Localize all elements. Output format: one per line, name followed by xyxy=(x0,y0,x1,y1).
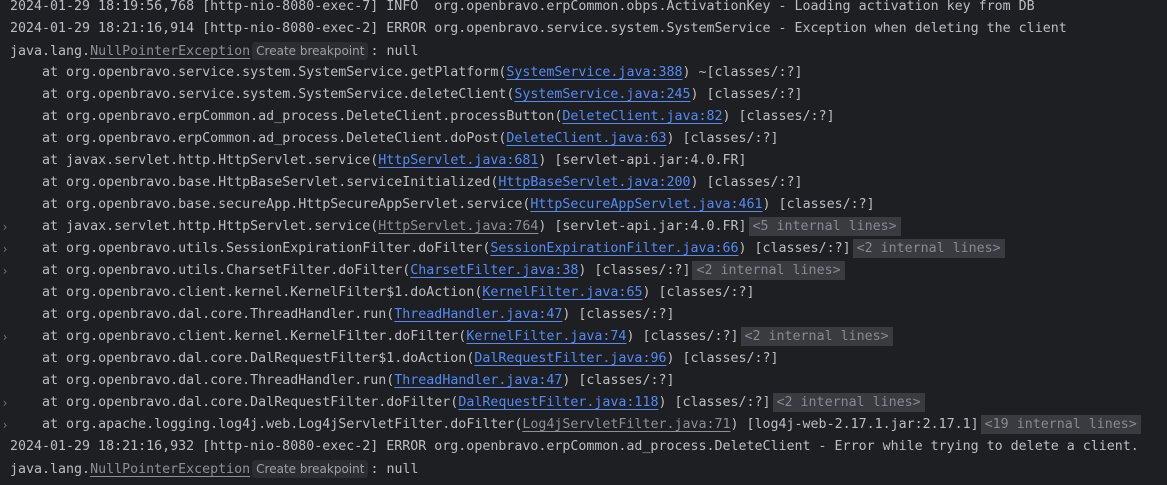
stack-frame-line: › at org.openbravo.client.kernel.KernelF… xyxy=(0,326,1167,348)
log-text: at org.openbravo.service.system.SystemSe… xyxy=(42,65,507,80)
log-text: ) [classes/:?] xyxy=(642,285,755,300)
stack-frame-line: at org.openbravo.dal.core.ThreadHandler.… xyxy=(0,370,1167,392)
log-text: ) [classes/:?] xyxy=(738,241,851,256)
source-link[interactable]: CharsetFilter.java:38 xyxy=(410,263,578,278)
stack-frame-line: › at org.openbravo.dal.core.DalRequestFi… xyxy=(0,392,1167,414)
log-line: java.lang.NullPointerException Create bre… xyxy=(0,458,1167,480)
log-text: ) [classes/:?] xyxy=(690,175,803,190)
stack-frame-line: at org.openbravo.base.HttpBaseServlet.se… xyxy=(0,172,1167,194)
source-link[interactable]: HttpServlet.java:681 xyxy=(378,153,538,168)
log-text: 2024-01-29 18:21:16,914 [http-nio-8080-e… xyxy=(10,21,1067,36)
log-text: ) [classes/:?] xyxy=(562,307,675,322)
source-link-muted[interactable]: NullPointerException xyxy=(90,44,250,59)
stack-frame-line: › at org.openbravo.utils.SessionExpirati… xyxy=(0,238,1167,260)
log-text: 2024-01-29 18:21:16,932 [http-nio-8080-e… xyxy=(10,439,1139,454)
source-link[interactable]: DalRequestFilter.java:96 xyxy=(474,351,666,366)
log-text: at org.openbravo.erpCommon.ad_process.De… xyxy=(42,131,507,146)
expand-chevron-icon[interactable]: › xyxy=(0,216,10,238)
log-text: ) [classes/:?] xyxy=(762,197,875,212)
log-text: at org.openbravo.dal.core.ThreadHandler.… xyxy=(42,307,395,322)
log-text: java.lang. xyxy=(10,44,91,59)
log-text: at org.openbravo.client.kernel.KernelFil… xyxy=(42,285,483,300)
source-link[interactable]: DeleteClient.java:63 xyxy=(506,131,666,146)
stack-frame-line: at org.openbravo.dal.core.DalRequestFilt… xyxy=(0,348,1167,370)
log-text: : null xyxy=(370,44,419,59)
create-breakpoint-button[interactable]: Create breakpoint xyxy=(252,460,369,478)
log-text: at org.openbravo.base.HttpBaseServlet.se… xyxy=(42,175,499,190)
stack-frame-line: at javax.servlet.http.HttpServlet.servic… xyxy=(0,150,1167,172)
expand-chevron-icon[interactable]: › xyxy=(0,414,10,436)
source-link[interactable]: HttpBaseServlet.java:200 xyxy=(498,175,690,190)
log-text: ) [classes/:?] xyxy=(626,329,739,344)
log-text: ) [classes/:?] xyxy=(666,131,779,146)
source-link[interactable]: ThreadHandler.java:47 xyxy=(394,373,562,388)
source-link-muted[interactable]: HttpServlet.java:764 xyxy=(378,219,538,234)
create-breakpoint-button[interactable]: Create breakpoint xyxy=(252,42,369,60)
log-text: ) [classes/:?] xyxy=(578,263,691,278)
internal-lines-badge[interactable]: <2 internal lines> xyxy=(772,393,925,412)
log-text: ) [classes/:?] xyxy=(562,373,675,388)
source-link[interactable]: ThreadHandler.java:47 xyxy=(394,307,562,322)
stack-frame-line: at org.openbravo.service.system.SystemSe… xyxy=(0,84,1167,106)
stack-frame-line: at org.openbravo.dal.core.ThreadHandler.… xyxy=(0,304,1167,326)
log-text: at org.openbravo.dal.core.DalRequestFilt… xyxy=(42,395,459,410)
source-link-muted[interactable]: NullPointerException xyxy=(90,462,250,477)
expand-chevron-icon[interactable]: › xyxy=(0,260,10,282)
log-text: at org.apache.logging.log4j.web.Log4jSer… xyxy=(42,417,523,432)
stack-frame-line: at org.openbravo.client.kernel.KernelFil… xyxy=(0,282,1167,304)
log-text: ) [classes/:?] xyxy=(690,87,803,102)
log-text: ) [classes/:?] xyxy=(658,395,771,410)
stack-frame-line: at org.openbravo.erpCommon.ad_process.De… xyxy=(0,128,1167,150)
stack-frame-line: at org.openbravo.erpCommon.ad_process.De… xyxy=(0,106,1167,128)
expand-chevron-icon[interactable]: › xyxy=(0,326,10,348)
log-text: at org.openbravo.erpCommon.ad_process.De… xyxy=(42,109,563,124)
log-text: at org.openbravo.client.kernel.KernelFil… xyxy=(42,329,467,344)
log-text: at org.openbravo.dal.core.DalRequestFilt… xyxy=(42,351,475,366)
log-text: ) [classes/:?] xyxy=(722,109,835,124)
console-output: 2024-01-29 18:19:56,768 [http-nio-8080-e… xyxy=(0,0,1167,480)
expand-chevron-icon[interactable]: › xyxy=(0,238,10,260)
log-text: java.lang. xyxy=(10,462,91,477)
internal-lines-badge[interactable]: <2 internal lines> xyxy=(740,327,893,346)
source-link-muted[interactable]: Log4jServletFilter.java:71 xyxy=(522,417,730,432)
stack-frame-line: › at org.openbravo.utils.CharsetFilter.d… xyxy=(0,260,1167,282)
source-link[interactable]: DalRequestFilter.java:118 xyxy=(458,395,658,410)
internal-lines-badge[interactable]: <2 internal lines> xyxy=(692,261,845,280)
source-link[interactable]: SystemService.java:245 xyxy=(514,87,690,102)
source-link[interactable]: KernelFilter.java:74 xyxy=(466,329,626,344)
stack-frame-line: › at org.apache.logging.log4j.web.Log4jS… xyxy=(0,414,1167,436)
log-text: at org.openbravo.utils.CharsetFilter.doF… xyxy=(42,263,411,278)
log-line: 2024-01-29 18:19:56,768 [http-nio-8080-e… xyxy=(0,0,1167,18)
log-text: ) [servlet-api.jar:4.0.FR] xyxy=(538,153,747,168)
log-text: at javax.servlet.http.HttpServlet.servic… xyxy=(42,219,379,234)
stack-frame-line: › at javax.servlet.http.HttpServlet.serv… xyxy=(0,216,1167,238)
stack-frame-line: at org.openbravo.service.system.SystemSe… xyxy=(0,62,1167,84)
log-text: ) [log4j-web-2.17.1.jar:2.17.1] xyxy=(730,417,979,432)
stack-frame-line: at org.openbravo.base.secureApp.HttpSecu… xyxy=(0,194,1167,216)
log-text: ) [servlet-api.jar:4.0.FR] xyxy=(538,219,747,234)
log-text: ) ~[classes/:?] xyxy=(682,65,803,80)
expand-chevron-icon[interactable]: › xyxy=(0,392,10,414)
log-text: : null xyxy=(370,462,419,477)
log-text: ) [classes/:?] xyxy=(666,351,779,366)
internal-lines-badge[interactable]: <19 internal lines> xyxy=(980,415,1141,434)
log-text: at org.openbravo.base.secureApp.HttpSecu… xyxy=(42,197,531,212)
internal-lines-badge[interactable]: <5 internal lines> xyxy=(748,217,901,236)
log-text: at org.openbravo.utils.SessionExpiration… xyxy=(42,241,491,256)
source-link[interactable]: HttpSecureAppServlet.java:461 xyxy=(530,197,762,212)
source-link[interactable]: SystemService.java:388 xyxy=(506,65,682,80)
source-link[interactable]: KernelFilter.java:65 xyxy=(482,285,642,300)
log-line: 2024-01-29 18:21:16,914 [http-nio-8080-e… xyxy=(0,18,1167,40)
log-text: at org.openbravo.dal.core.ThreadHandler.… xyxy=(42,373,395,388)
source-link[interactable]: SessionExpirationFilter.java:66 xyxy=(490,241,738,256)
log-text: 2024-01-29 18:19:56,768 [http-nio-8080-e… xyxy=(10,0,1035,14)
log-text: at javax.servlet.http.HttpServlet.servic… xyxy=(42,153,379,168)
log-line: java.lang.NullPointerException Create bre… xyxy=(0,40,1167,62)
internal-lines-badge[interactable]: <2 internal lines> xyxy=(852,239,1005,258)
log-line: 2024-01-29 18:21:16,932 [http-nio-8080-e… xyxy=(0,436,1167,458)
log-text: at org.openbravo.service.system.SystemSe… xyxy=(42,87,515,102)
source-link[interactable]: DeleteClient.java:82 xyxy=(562,109,722,124)
